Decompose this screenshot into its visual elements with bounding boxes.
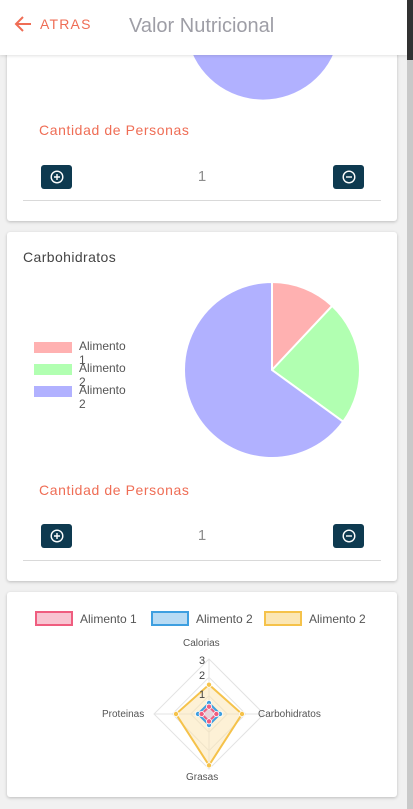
tick-label: 2 — [199, 670, 206, 679]
divider — [23, 200, 381, 201]
radar-point — [238, 711, 245, 718]
radar-point — [213, 711, 220, 718]
axis-label: Carbohidratos — [258, 709, 321, 720]
tick-label: 1 — [199, 689, 206, 701]
decrease-button[interactable] — [333, 524, 364, 548]
radar-point — [172, 711, 179, 718]
back-label: ATRAS — [40, 16, 92, 32]
divider — [23, 560, 381, 561]
persons-label: Cantidad de Personas — [39, 122, 190, 138]
legend-swatch — [34, 364, 72, 375]
carbohidratos-pie-chart — [183, 280, 361, 459]
nutrition-card-carbohidratos: Carbohidratos Alimento 1 Alimento 2 Alim… — [7, 232, 397, 581]
radar-point — [198, 711, 205, 718]
persons-count: 1 — [197, 168, 207, 185]
scrollbar-track[interactable] — [407, 0, 413, 809]
back-button[interactable]: ATRAS — [14, 15, 92, 33]
axis-label: Proteinas — [102, 709, 145, 720]
nutrition-radar-card: Alimento 1 Alimento 2 Alimento 2 Caloria… — [7, 592, 397, 797]
legend-swatch — [34, 386, 72, 397]
plus-circle-icon — [49, 170, 64, 184]
radar-point — [205, 681, 212, 688]
radar-point — [205, 718, 212, 725]
legend-label: Alimento 2 — [79, 383, 126, 411]
decrease-button[interactable] — [333, 165, 364, 189]
increase-button[interactable] — [41, 524, 72, 548]
radar-point — [205, 762, 212, 769]
scrollbar-thumb[interactable] — [407, 0, 413, 60]
arrow-left-icon — [14, 16, 31, 32]
nutrition-card-1: Cantidad de Personas 1 — [7, 40, 397, 221]
minus-circle-icon — [341, 529, 356, 543]
increase-button[interactable] — [41, 165, 72, 189]
top-app-bar: ATRAS Valor Nutricional — [0, 0, 407, 55]
page-title: Valor Nutricional — [129, 15, 275, 37]
plus-circle-icon — [49, 529, 64, 543]
axis-label: Calorias — [183, 638, 220, 649]
persons-label: Cantidad de Personas — [39, 482, 190, 498]
card-title: Carbohidratos — [23, 249, 117, 265]
persons-count: 1 — [197, 527, 207, 544]
axis-label: Grasas — [186, 772, 219, 783]
radar-point — [205, 703, 212, 710]
legend-swatch — [34, 342, 72, 353]
tick-label: 3 — [199, 655, 206, 667]
minus-circle-icon — [341, 170, 356, 184]
